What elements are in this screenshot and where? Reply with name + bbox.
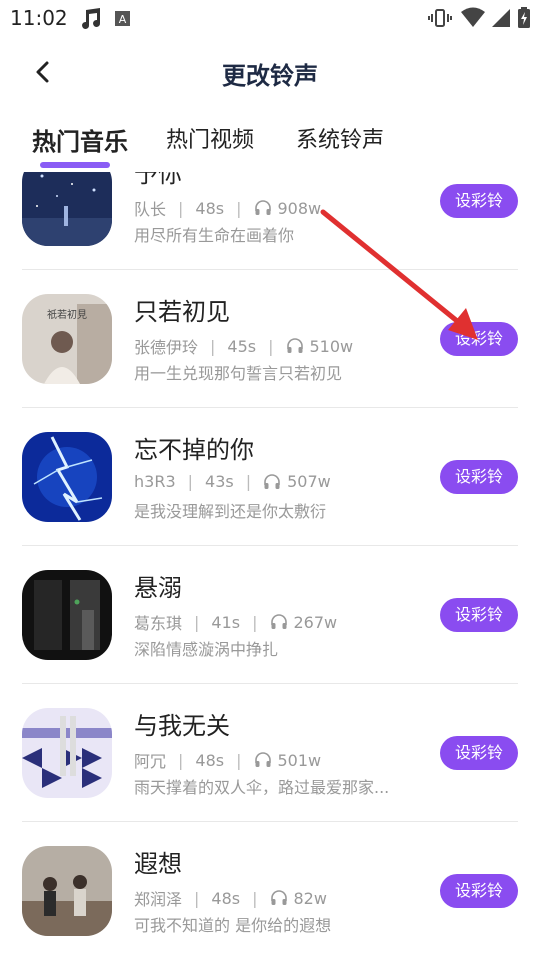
set-ringback-button[interactable]: 设彩铃 <box>440 322 518 356</box>
song-plays: 501w <box>277 750 322 770</box>
song-cover <box>22 570 112 660</box>
app-a-icon: A <box>115 11 130 26</box>
set-ringback-button[interactable]: 设彩铃 <box>440 460 518 494</box>
status-time: 11:02 <box>10 6 68 30</box>
song-title: 忘不掉的你 <box>134 436 254 464</box>
headphones-icon <box>270 890 287 905</box>
song-list[interactable]: 予你 队长 | 48s | 908w 用尽所有生命在画着你 设彩铃 祇若初見 只… <box>0 172 540 960</box>
song-artist: 队长 <box>134 200 167 219</box>
song-desc: 用尽所有生命在画着你 <box>134 226 295 245</box>
song-desc: 雨天撑着的双人伞，路过最爱那家... <box>134 778 390 797</box>
cover-dark-room <box>22 570 112 660</box>
list-item[interactable]: 悬溺 葛东琪 | 41s | 267w 深陷情感漩涡中挣扎 设彩铃 <box>0 546 540 684</box>
song-plays: 507w <box>287 472 331 491</box>
set-ringback-button[interactable]: 设彩铃 <box>440 736 518 770</box>
meta-separator: | <box>245 472 252 491</box>
cover-lightning <box>22 432 112 522</box>
list-item[interactable]: 予你 队长 | 48s | 908w 用尽所有生命在画着你 设彩铃 <box>0 172 540 270</box>
song-artist: 张德伊玲 <box>134 338 199 357</box>
song-cover: 祇若初見 <box>22 294 112 384</box>
song-cover <box>22 708 112 798</box>
vibrate-icon <box>428 9 452 27</box>
song-artist: 阿冗 <box>134 752 167 771</box>
song-meta: h3R3 | 43s | 507w <box>134 472 331 491</box>
song-cover <box>22 172 112 246</box>
song-title: 遐想 <box>134 850 182 878</box>
set-ringback-button[interactable]: 设彩铃 <box>440 184 518 218</box>
headphones-icon <box>264 473 280 489</box>
song-meta: 阿冗 | 48s | 501w <box>134 748 321 772</box>
set-ringback-button[interactable]: 设彩铃 <box>440 874 518 908</box>
song-artist: h3R3 <box>134 472 176 491</box>
song-duration: 43s <box>205 472 234 491</box>
tab-bar: 热门音乐 热门视频 系统铃声 <box>0 112 540 168</box>
song-plays: 267w <box>293 612 338 632</box>
song-plays: 510w <box>309 336 354 356</box>
wifi-icon <box>461 7 485 27</box>
battery-charging-icon <box>518 7 530 28</box>
list-item[interactable]: 遐想 郑润泽 | 48s | 82w 可我不知道的 是你给的遐想 设彩铃 <box>0 822 540 960</box>
signal-icon <box>492 9 510 27</box>
set-ringback-button[interactable]: 设彩铃 <box>440 598 518 632</box>
song-plays: 82w <box>293 888 327 908</box>
song-artist: 郑润泽 <box>134 890 183 909</box>
cover-girl-portrait: 祇若初見 <box>22 294 112 384</box>
tab-hot-video[interactable]: 热门视频 <box>166 122 254 154</box>
song-title: 与我无关 <box>134 712 230 740</box>
song-duration: 48s <box>195 750 225 770</box>
song-title: 只若初见 <box>134 298 230 326</box>
song-duration: 48s <box>195 198 225 218</box>
cover-checkered <box>22 708 112 798</box>
song-meta: 郑润泽 | 48s | 82w <box>134 886 327 910</box>
headphones-icon <box>270 614 287 629</box>
svg-text:A: A <box>119 13 127 26</box>
status-bar: 11:02 A <box>0 0 540 36</box>
meta-separator: | <box>252 612 258 632</box>
meta-separator: | <box>268 336 274 356</box>
song-artist: 葛东琪 <box>134 614 183 633</box>
header: 更改铃声 <box>0 40 540 104</box>
cover-night-sky <box>22 172 112 246</box>
cover-group-photo <box>22 846 112 936</box>
meta-separator: | <box>236 198 242 218</box>
song-desc: 深陷情感漩涡中挣扎 <box>134 640 279 659</box>
meta-separator: | <box>194 612 200 632</box>
meta-separator: | <box>178 750 184 770</box>
song-desc: 是我没理解到还是你太敷衍 <box>134 502 327 521</box>
song-duration: 48s <box>211 888 241 908</box>
tab-hot-music[interactable]: 热门音乐 <box>32 122 128 157</box>
list-item[interactable]: 祇若初見 只若初见 张德伊玲 | 45s | 510w 用一生兑现那句誓言只若初… <box>0 270 540 408</box>
headphones-icon <box>286 338 303 353</box>
headphones-icon <box>254 200 271 215</box>
svg-text:祇若初見: 祇若初見 <box>47 308 87 321</box>
song-cover <box>22 846 112 936</box>
meta-separator: | <box>187 472 194 491</box>
meta-separator: | <box>178 198 184 218</box>
meta-separator: | <box>194 888 200 908</box>
list-item[interactable]: 忘不掉的你 h3R3 | 43s | 507w 是我没理解到还是你太敷衍 设彩铃 <box>0 408 540 546</box>
meta-separator: | <box>236 750 242 770</box>
song-title: 悬溺 <box>134 574 182 602</box>
headphones-icon <box>254 752 271 767</box>
song-desc: 可我不知道的 是你给的遐想 <box>134 916 332 935</box>
list-item[interactable]: 与我无关 阿冗 | 48s | 501w 雨天撑着的双人伞，路过最爱那家... … <box>0 684 540 822</box>
music-note-icon <box>82 8 101 29</box>
page-title: 更改铃声 <box>222 62 318 90</box>
song-meta: 队长 | 48s | 908w <box>134 196 321 220</box>
song-desc: 用一生兑现那句誓言只若初见 <box>134 364 343 383</box>
song-cover <box>22 432 112 522</box>
song-duration: 45s <box>227 336 257 356</box>
song-meta: 葛东琪 | 41s | 267w <box>134 610 337 634</box>
song-duration: 41s <box>211 612 241 632</box>
meta-separator: | <box>210 336 216 356</box>
tab-system-ringtone[interactable]: 系统铃声 <box>296 122 384 154</box>
song-plays: 908w <box>277 198 322 218</box>
meta-separator: | <box>252 888 258 908</box>
tab-indicator <box>40 162 110 168</box>
song-title: 予你 <box>134 172 182 188</box>
song-meta: 张德伊玲 | 45s | 510w <box>134 334 353 358</box>
